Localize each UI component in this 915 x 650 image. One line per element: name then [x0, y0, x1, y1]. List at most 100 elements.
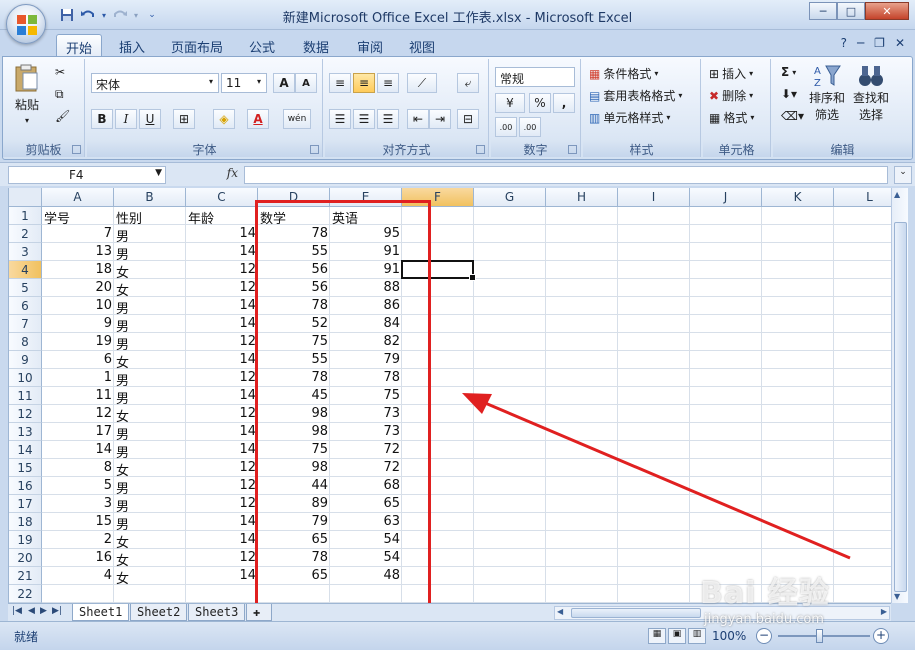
cell-C8[interactable]: 12	[186, 333, 258, 351]
italic-button[interactable]: I	[115, 109, 137, 129]
cell-C21[interactable]: 14	[186, 567, 258, 585]
currency-icon[interactable]: ¥	[495, 93, 525, 113]
tab-review[interactable]: 审阅	[348, 34, 392, 56]
first-sheet-icon[interactable]: |◀	[12, 606, 22, 616]
cell-B12[interactable]: 女	[114, 405, 186, 425]
cell-B7[interactable]: 男	[114, 315, 186, 335]
cell-B2[interactable]: 男	[114, 225, 186, 245]
row-header[interactable]: 6	[9, 297, 42, 315]
cell-B4[interactable]: 女	[114, 261, 186, 281]
cell-B1[interactable]: 性别	[114, 207, 186, 227]
fill-icon[interactable]: ⬇▾	[781, 87, 797, 101]
column-header[interactable]: J	[690, 188, 762, 207]
number-launcher-icon[interactable]	[568, 145, 577, 154]
cell-B15[interactable]: 女	[114, 459, 186, 479]
cell-A14[interactable]: 14	[42, 441, 114, 459]
cell-A7[interactable]: 9	[42, 315, 114, 333]
select-all-corner[interactable]	[9, 188, 42, 207]
wrap-text-icon[interactable]: ⤶	[457, 73, 479, 93]
row-header[interactable]: 1	[9, 207, 42, 225]
ribbon-close-icon[interactable]: ✕	[895, 36, 905, 50]
shrink-font-button[interactable]: A	[295, 73, 317, 93]
formula-input[interactable]	[244, 166, 888, 184]
zoom-level[interactable]: 100%	[712, 629, 746, 643]
decrease-decimal-button[interactable]: .00	[519, 117, 541, 137]
sheet-tab-sheet1[interactable]: Sheet1	[72, 604, 130, 621]
tab-page-layout[interactable]: 页面布局	[164, 34, 230, 56]
row-header[interactable]: 21	[9, 567, 42, 585]
grow-font-button[interactable]: A	[273, 73, 295, 93]
cell-A6[interactable]: 10	[42, 297, 114, 315]
font-color-button[interactable]: A	[247, 109, 269, 129]
underline-button[interactable]: U	[139, 109, 161, 129]
cell-styles-button[interactable]: ▥ 单元格样式 ▾	[589, 109, 670, 126]
font-launcher-icon[interactable]	[310, 145, 319, 154]
cell-C3[interactable]: 14	[186, 243, 258, 261]
ribbon-restore-icon[interactable]: ❐	[874, 36, 885, 50]
cell-A13[interactable]: 17	[42, 423, 114, 441]
sort-filter-button[interactable]: AZ 排序和 筛选	[809, 63, 845, 123]
cell-A5[interactable]: 20	[42, 279, 114, 297]
cell-B6[interactable]: 男	[114, 297, 186, 317]
cell-B21[interactable]: 女	[114, 567, 186, 587]
cell-C17[interactable]: 12	[186, 495, 258, 513]
number-format-select[interactable]: 常规	[495, 67, 575, 87]
increase-decimal-button[interactable]: .00	[495, 117, 517, 137]
increase-indent-icon[interactable]: ⇥	[429, 109, 451, 129]
row-header[interactable]: 19	[9, 531, 42, 549]
cell-C12[interactable]: 12	[186, 405, 258, 423]
tab-data[interactable]: 数据	[294, 34, 338, 56]
cell-A18[interactable]: 15	[42, 513, 114, 531]
row-header[interactable]: 14	[9, 441, 42, 459]
page-layout-view-icon[interactable]: ▣	[668, 628, 686, 644]
cell-C14[interactable]: 14	[186, 441, 258, 459]
name-box[interactable]: F4 ▼	[8, 166, 166, 184]
font-name-dropdown-icon[interactable]: ▾	[209, 77, 213, 86]
row-header[interactable]: 10	[9, 369, 42, 387]
cell-B20[interactable]: 女	[114, 549, 186, 569]
cell-A21[interactable]: 4	[42, 567, 114, 585]
align-middle-icon[interactable]: ≡	[353, 73, 375, 93]
scroll-right-icon[interactable]: ▶	[881, 607, 887, 616]
last-sheet-icon[interactable]: ▶|	[52, 606, 62, 616]
cell-C10[interactable]: 12	[186, 369, 258, 387]
sheet-tab-sheet3[interactable]: Sheet3	[188, 604, 246, 621]
tab-home[interactable]: 开始	[56, 34, 102, 57]
align-left-icon[interactable]: ☰	[329, 109, 351, 129]
cell-C16[interactable]: 12	[186, 477, 258, 495]
row-header[interactable]: 7	[9, 315, 42, 333]
cell-C7[interactable]: 14	[186, 315, 258, 333]
cell-C4[interactable]: 12	[186, 261, 258, 279]
tab-insert[interactable]: 插入	[110, 34, 154, 56]
cell-B13[interactable]: 男	[114, 423, 186, 443]
row-header[interactable]: 15	[9, 459, 42, 477]
scroll-down-icon[interactable]: ▼	[894, 592, 900, 601]
cell-A20[interactable]: 16	[42, 549, 114, 567]
insert-function-button[interactable]: fx	[170, 166, 242, 184]
cell-A17[interactable]: 3	[42, 495, 114, 513]
ribbon-minimize-icon[interactable]: ─	[857, 36, 864, 50]
vertical-scrollbar[interactable]: ▲ ▼	[891, 188, 908, 603]
cell-B11[interactable]: 男	[114, 387, 186, 407]
cell-A16[interactable]: 5	[42, 477, 114, 495]
decrease-indent-icon[interactable]: ⇤	[407, 109, 429, 129]
cell-C1[interactable]: 年龄	[186, 207, 258, 227]
cell-C13[interactable]: 14	[186, 423, 258, 441]
align-bottom-icon[interactable]: ≡	[377, 73, 399, 93]
vertical-scroll-thumb[interactable]	[894, 222, 907, 592]
cell-A2[interactable]: 7	[42, 225, 114, 243]
column-header[interactable]: B	[114, 188, 186, 207]
scroll-up-icon[interactable]: ▲	[894, 190, 900, 199]
column-header[interactable]: C	[186, 188, 258, 207]
cell-C9[interactable]: 14	[186, 351, 258, 369]
font-name-select[interactable]: 宋体	[91, 73, 219, 93]
cell-A10[interactable]: 1	[42, 369, 114, 387]
row-header[interactable]: 16	[9, 477, 42, 495]
tab-formulas[interactable]: 公式	[240, 34, 284, 56]
align-right-icon[interactable]: ☰	[377, 109, 399, 129]
expand-formula-bar-icon[interactable]: ⌄	[894, 166, 912, 184]
row-header[interactable]: 4	[9, 261, 42, 279]
cell-A9[interactable]: 6	[42, 351, 114, 369]
maximize-button[interactable]: □	[837, 2, 865, 20]
cell-C2[interactable]: 14	[186, 225, 258, 243]
